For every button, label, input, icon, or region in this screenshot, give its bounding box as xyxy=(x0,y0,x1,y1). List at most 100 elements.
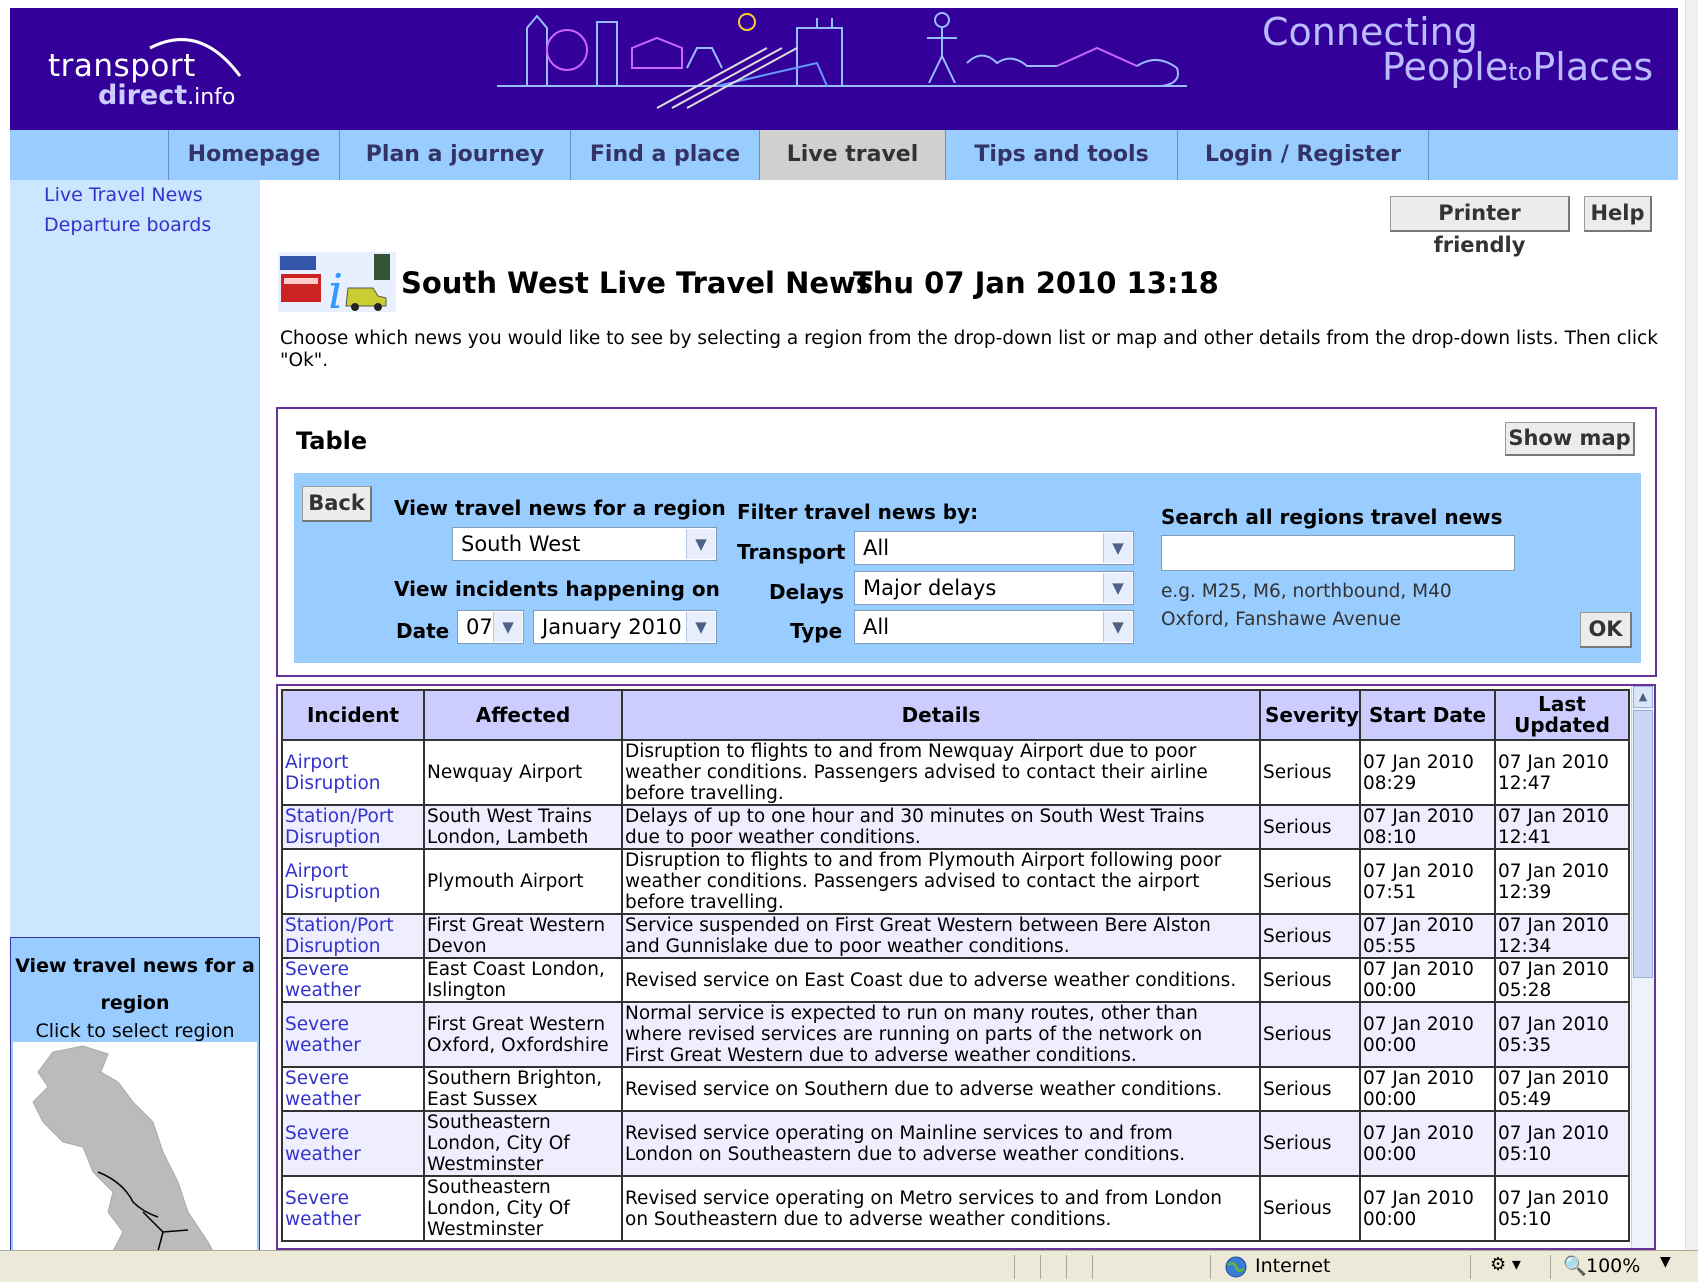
col-header-last-updated[interactable]: Last Updated xyxy=(1494,689,1630,741)
nav-homepage[interactable]: Homepage xyxy=(168,130,339,180)
chevron-down-icon[interactable]: ▼ xyxy=(1103,533,1132,563)
last-updated-cell-line: 07 Jan 2010 xyxy=(1498,1068,1609,1089)
search-hint-line2: Oxford, Fanshawe Avenue xyxy=(1161,609,1401,630)
incident-link-line[interactable]: Station/Port xyxy=(285,806,394,827)
sidebar-link-live-travel-news[interactable]: Live Travel News xyxy=(44,184,203,206)
table-row: Airport Disruption Newquay Airport Disrupti… xyxy=(281,739,1630,806)
region-panel-subtitle: Click to select region xyxy=(35,1020,235,1042)
scroll-thumb[interactable] xyxy=(1633,710,1653,978)
nav-live-travel[interactable]: Live travel xyxy=(759,130,945,180)
details-cell: Revised service on Southern due to adver… xyxy=(621,1066,1261,1112)
table-scrollbar[interactable]: ▲ xyxy=(1631,686,1654,1248)
help-button[interactable]: Help xyxy=(1584,196,1652,232)
incident-link[interactable]: Severe weather xyxy=(281,1110,425,1177)
incident-link-line[interactable]: Airport xyxy=(285,752,348,773)
region-panel-title: View travel news for a region xyxy=(15,955,255,1014)
security-zone-label: Internet xyxy=(1255,1255,1331,1277)
window-scrollbar[interactable] xyxy=(1685,0,1698,1250)
incident-link[interactable]: Station/Port Disruption xyxy=(281,913,425,959)
chevron-down-icon[interactable]: ▼ xyxy=(686,612,715,642)
incident-link-line[interactable]: weather xyxy=(285,980,361,1001)
incident-link-line[interactable]: Severe xyxy=(285,1014,349,1035)
logo-text-transport[interactable]: transport xyxy=(48,48,196,84)
incident-link-line[interactable]: Station/Port xyxy=(285,915,394,936)
chevron-down-icon[interactable]: ▼ xyxy=(1103,573,1132,603)
nav-plan-a-journey[interactable]: Plan a journey xyxy=(339,130,570,180)
incident-link-line[interactable]: Disruption xyxy=(285,827,381,848)
table-row: Severe weather Southeastern London, City Of… xyxy=(281,1110,1630,1177)
filter-by-label: Filter travel news by: xyxy=(737,500,979,524)
incident-link[interactable]: Severe weather xyxy=(281,1175,425,1242)
col-header-details[interactable]: Details xyxy=(621,689,1261,741)
search-input[interactable] xyxy=(1161,535,1515,571)
zoom-dropdown-icon[interactable]: ▼ xyxy=(1660,1254,1671,1270)
region-select-value: South West xyxy=(461,532,581,556)
col-header-start-date[interactable]: Start Date xyxy=(1359,689,1496,741)
incident-link-line[interactable]: Airport xyxy=(285,861,348,882)
start-date-cell: 07 Jan 2010 08:29 xyxy=(1359,739,1496,806)
incident-link-line[interactable]: Severe xyxy=(285,1188,349,1209)
printer-friendly-button[interactable]: Printer friendly xyxy=(1390,196,1570,257)
details-cell-line: Revised service operating on Metro servi… xyxy=(625,1187,1223,1209)
uk-map-icon[interactable] xyxy=(13,1042,257,1252)
details-cell-line: Disruption to flights to and from Newqua… xyxy=(625,741,1197,762)
month-select[interactable]: January 2010 ▼ xyxy=(533,610,717,644)
incident-link-line[interactable]: weather xyxy=(285,1089,361,1110)
page-datetime: Thu 07 Jan 2010 13:18 xyxy=(853,266,1219,300)
incident-link-line[interactable]: Severe xyxy=(285,959,349,980)
protected-mode-icon[interactable]: ⚙ ▾ xyxy=(1490,1254,1521,1275)
start-date-cell: 07 Jan 2010 00:00 xyxy=(1359,957,1496,1003)
day-select[interactable]: 07 ▼ xyxy=(457,610,524,644)
sidebar-link-departure-boards[interactable]: Departure boards xyxy=(44,214,211,236)
affected-cell-line: Islington xyxy=(427,980,507,1001)
chevron-down-icon[interactable]: ▼ xyxy=(686,529,715,559)
back-button[interactable]: Back xyxy=(302,486,372,522)
incident-link-line[interactable]: Severe xyxy=(285,1123,349,1144)
col-header-incident[interactable]: Incident xyxy=(281,689,425,741)
incident-link[interactable]: Severe weather xyxy=(281,1001,425,1068)
logo-text-direct[interactable]: direct.info xyxy=(98,80,235,111)
affected-cell-line: East Coast London, xyxy=(427,959,605,980)
incident-link-line[interactable]: weather xyxy=(285,1209,361,1230)
incident-link-line[interactable]: Disruption xyxy=(285,936,381,957)
incident-link[interactable]: Airport Disruption xyxy=(281,848,425,915)
transport-select[interactable]: All ▼ xyxy=(854,531,1134,565)
incident-link-line[interactable]: Disruption xyxy=(285,882,381,903)
main-nav: Homepage Plan a journey Find a place Liv… xyxy=(10,130,1678,180)
nav-tips-and-tools[interactable]: Tips and tools xyxy=(945,130,1177,180)
incident-link-line[interactable]: weather xyxy=(285,1035,361,1056)
start-date-cell-line: 08:10 xyxy=(1363,827,1417,848)
incident-link[interactable]: Severe weather xyxy=(281,957,425,1003)
chevron-down-icon[interactable]: ▼ xyxy=(493,612,522,642)
chevron-down-icon[interactable]: ▼ xyxy=(1103,612,1132,642)
col-header-severity[interactable]: Severity xyxy=(1259,689,1361,741)
search-hint-line1: e.g. M25, M6, northbound, M40 xyxy=(1161,581,1452,602)
show-map-button[interactable]: Show map xyxy=(1505,422,1635,456)
start-date-cell-line: 07 Jan 2010 xyxy=(1363,915,1474,936)
details-cell-line: weather conditions. Passengers advised t… xyxy=(625,871,1200,892)
incident-link[interactable]: Station/Port Disruption xyxy=(281,804,425,850)
col-header-affected[interactable]: Affected xyxy=(423,689,623,741)
incident-link-line[interactable]: weather xyxy=(285,1144,361,1165)
incident-link-line[interactable]: Severe xyxy=(285,1068,349,1089)
zoom-level[interactable]: 100% xyxy=(1586,1255,1640,1277)
delays-select[interactable]: Major delays ▼ xyxy=(854,571,1134,605)
incident-link[interactable]: Airport Disruption xyxy=(281,739,425,806)
start-date-cell-line: 07 Jan 2010 xyxy=(1363,806,1474,827)
nav-find-a-place[interactable]: Find a place xyxy=(570,130,759,180)
banner-skyline-illustration xyxy=(497,12,1187,109)
incidents-date-label: View incidents happening on xyxy=(394,577,720,601)
day-select-value: 07 xyxy=(466,615,493,639)
scroll-up-icon[interactable]: ▲ xyxy=(1633,686,1653,708)
nav-login-register[interactable]: Login / Register xyxy=(1177,130,1429,180)
severity-cell: Serious xyxy=(1259,1110,1361,1177)
severity-cell: Serious xyxy=(1259,1066,1361,1112)
ok-button[interactable]: OK xyxy=(1580,612,1632,648)
uk-region-map[interactable] xyxy=(13,1042,257,1252)
incident-link[interactable]: Severe weather xyxy=(281,1066,425,1112)
region-select[interactable]: South West ▼ xyxy=(452,527,717,561)
incident-link-line[interactable]: Disruption xyxy=(285,773,381,794)
intro-text: Choose which news you would like to see … xyxy=(280,328,1658,371)
type-select[interactable]: All ▼ xyxy=(854,610,1134,644)
zoom-icon[interactable]: 🔍 xyxy=(1563,1254,1587,1277)
